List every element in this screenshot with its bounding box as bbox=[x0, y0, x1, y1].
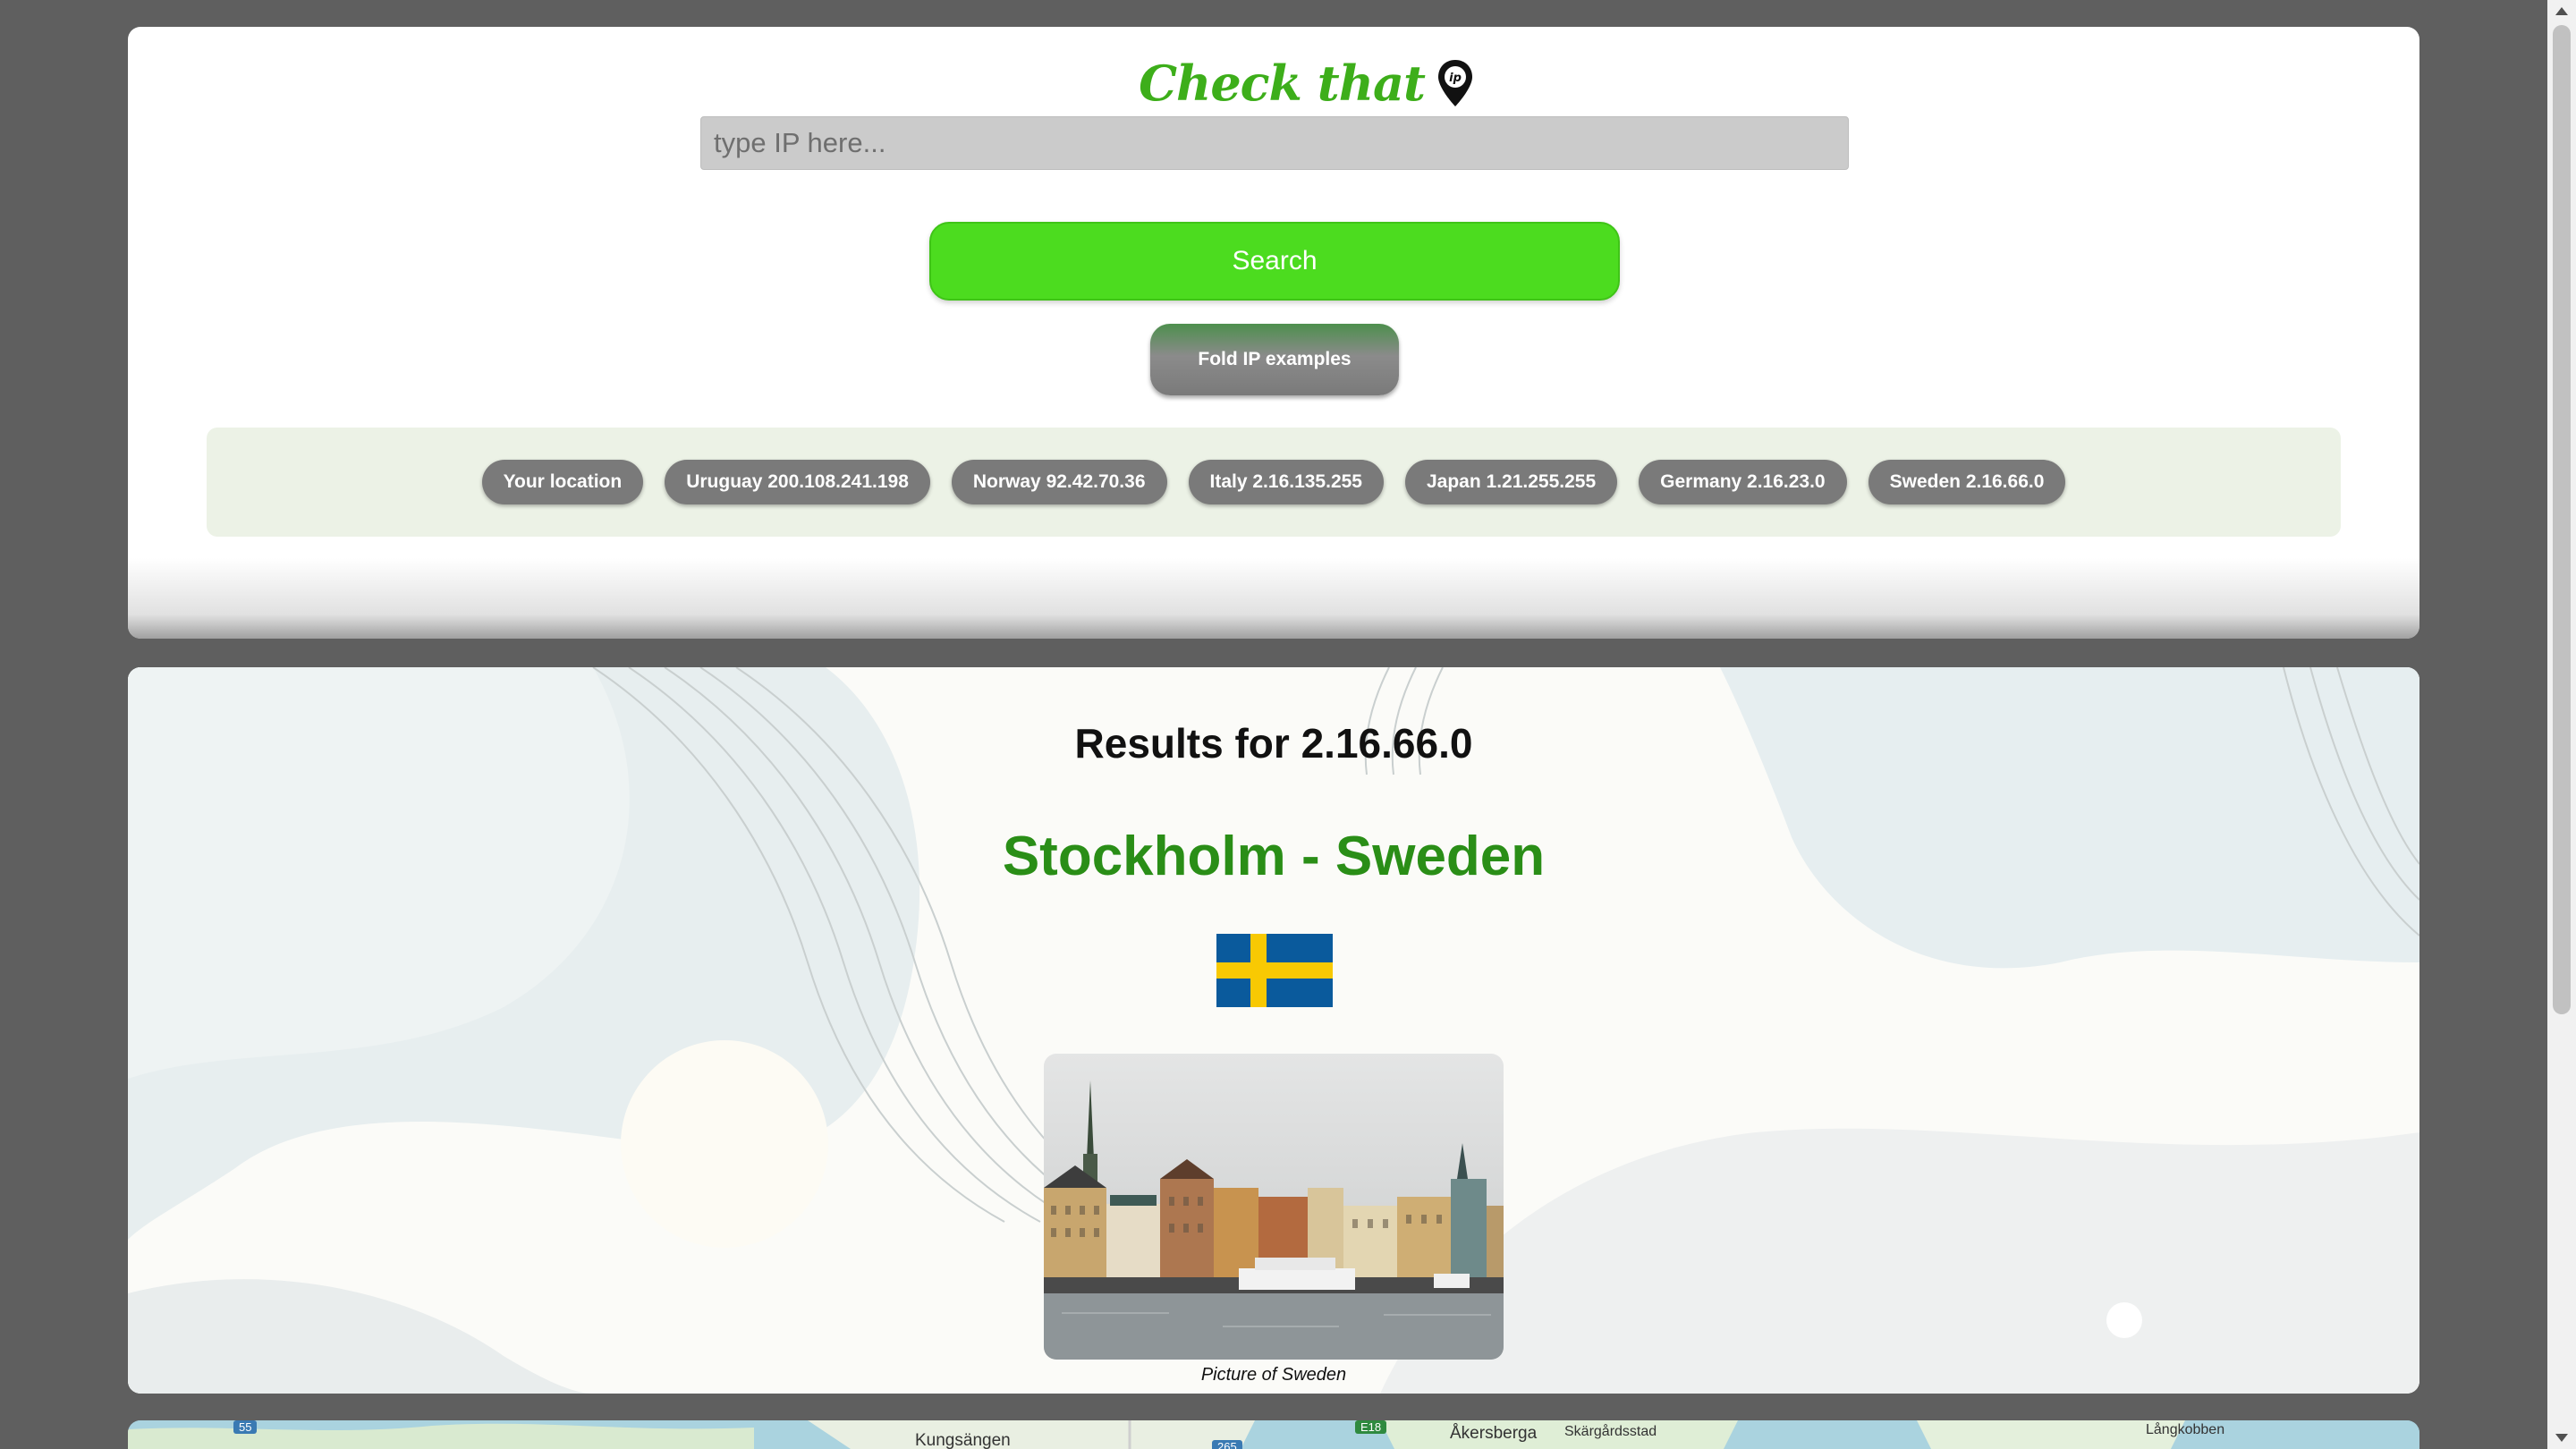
city-photo bbox=[1044, 1054, 1504, 1360]
example-germany[interactable]: Germany 2.16.23.0 bbox=[1639, 460, 1847, 504]
road-shield-e18: E18 bbox=[1355, 1420, 1387, 1434]
map-label-akersberga: Åkersberga bbox=[1450, 1424, 1538, 1443]
example-uruguay[interactable]: Uruguay 200.108.241.198 bbox=[665, 460, 930, 504]
panel-bottom-shadow bbox=[128, 558, 2419, 639]
ip-examples-list: Your location Uruguay 200.108.241.198 No… bbox=[207, 428, 2341, 537]
map-label-kungsangen: Kungsängen bbox=[915, 1431, 1011, 1449]
search-panel: Check that ip Search Fold IP examples Yo… bbox=[128, 27, 2419, 639]
example-japan[interactable]: Japan 1.21.255.255 bbox=[1405, 460, 1618, 504]
search-button[interactable]: Search bbox=[929, 222, 1620, 301]
logo-text: Check that bbox=[1139, 55, 1426, 112]
map-label-skargardsstad: Skärgårdsstad bbox=[1564, 1424, 1657, 1439]
check-that-ip-logo[interactable]: Check that ip bbox=[1128, 43, 1486, 123]
logo-pin-text: ip bbox=[1449, 72, 1462, 85]
example-italy[interactable]: Italy 2.16.135.255 bbox=[1188, 460, 1384, 504]
photo-caption: Picture of Sweden bbox=[1200, 1365, 1347, 1385]
results-panel: Results for 2.16.66.0 Stockholm - Sweden bbox=[128, 667, 2419, 1394]
ip-search-input[interactable] bbox=[700, 116, 1849, 170]
location-map[interactable]: Kungsängen Åkersberga Skärgårdsstad Lång… bbox=[128, 1420, 2419, 1449]
results-title: Results for 2.16.66.0 bbox=[1074, 720, 1473, 767]
road-shield-265: 265 bbox=[1212, 1440, 1242, 1449]
road-shield-55: 55 bbox=[233, 1420, 258, 1434]
map-pin-icon: ip bbox=[1437, 60, 1472, 106]
scroll-up-arrow-icon[interactable] bbox=[2555, 7, 2568, 15]
ip-examples-panel: Your location Uruguay 200.108.241.198 No… bbox=[207, 428, 2341, 537]
example-your-location[interactable]: Your location bbox=[481, 460, 644, 504]
map-background bbox=[128, 1420, 2419, 1449]
fold-ip-examples-button[interactable]: Fold IP examples bbox=[1150, 324, 1399, 395]
page-scrollbar[interactable] bbox=[2547, 0, 2576, 1449]
sweden-flag-icon bbox=[1216, 934, 1333, 1007]
example-norway[interactable]: Norway 92.42.70.36 bbox=[951, 460, 1167, 504]
example-sweden[interactable]: Sweden 2.16.66.0 bbox=[1868, 460, 2066, 504]
scrollbar-thumb[interactable] bbox=[2553, 25, 2571, 1014]
map-label-langkobben: Långkobben bbox=[2146, 1422, 2225, 1437]
scroll-down-arrow-icon[interactable] bbox=[2555, 1434, 2568, 1442]
location-heading: Stockholm - Sweden bbox=[1002, 826, 1546, 887]
